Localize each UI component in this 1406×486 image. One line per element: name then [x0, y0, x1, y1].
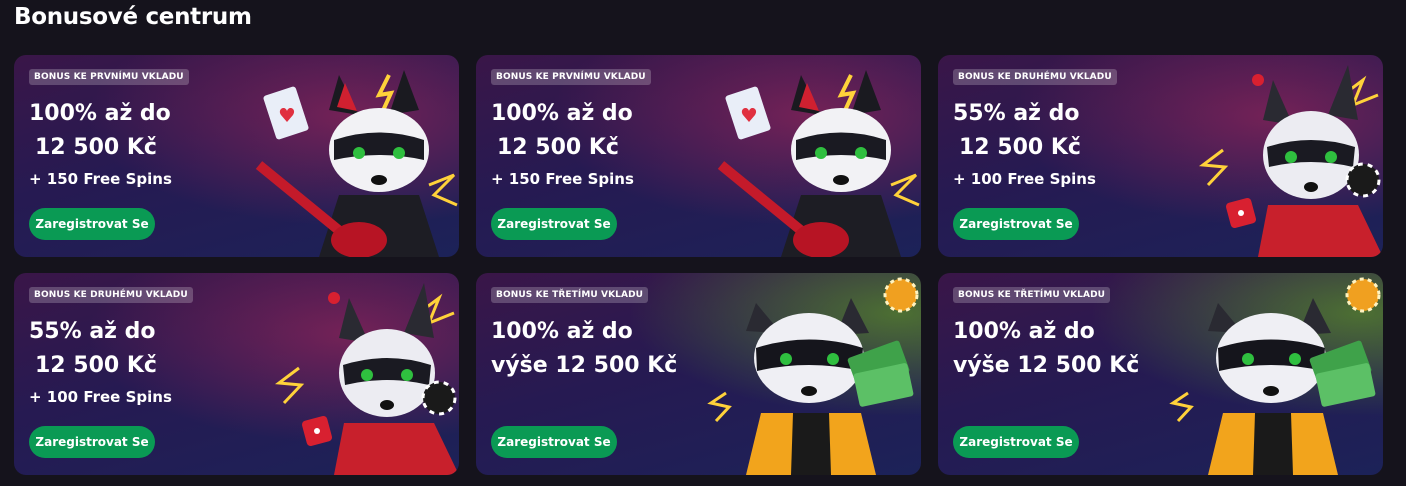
page-title: Bonusové centrum	[14, 4, 252, 30]
raccoon-cash-art	[1169, 277, 1381, 475]
register-button[interactable]: Zaregistrovat Se	[953, 426, 1079, 458]
register-button[interactable]: Zaregistrovat Se	[953, 208, 1079, 240]
register-button[interactable]: Zaregistrovat Se	[29, 208, 155, 240]
bonus-badge: BONUS KE DRUHÉMU VKLADU	[953, 69, 1117, 85]
register-button[interactable]: Zaregistrovat Se	[29, 426, 155, 458]
free-spins-text: + 150 Free Spins	[29, 170, 172, 188]
raccoon-guitar-art	[255, 70, 458, 257]
free-spins-text: + 100 Free Spins	[953, 170, 1096, 188]
register-button[interactable]: Zaregistrovat Se	[491, 426, 617, 458]
raccoon-dice-art	[1198, 65, 1383, 257]
free-spins-text: + 100 Free Spins	[29, 388, 172, 406]
free-spins-text: + 150 Free Spins	[491, 170, 634, 188]
bonus-badge: BONUS KE TŘETÍMU VKLADU	[953, 287, 1111, 303]
bonus-card[interactable]: BONUS KE TŘETÍMU VKLADU 100% až do výše …	[476, 273, 921, 475]
bonus-badge: BONUS KE PRVNÍMU VKLADU	[491, 69, 651, 85]
bonus-badge: BONUS KE DRUHÉMU VKLADU	[29, 287, 193, 303]
bonus-card[interactable]: BONUS KE TŘETÍMU VKLADU 100% až do výše …	[938, 273, 1383, 475]
bonus-card[interactable]: BONUS KE DRUHÉMU VKLADU 55% až do 12 500…	[938, 55, 1383, 257]
raccoon-guitar-art	[717, 70, 920, 257]
raccoon-dice-art	[274, 283, 459, 475]
bonus-card[interactable]: BONUS KE PRVNÍMU VKLADU 100% až do 12 50…	[14, 55, 459, 257]
bonus-badge: BONUS KE TŘETÍMU VKLADU	[491, 287, 649, 303]
bonus-card[interactable]: BONUS KE PRVNÍMU VKLADU 100% až do 12 50…	[476, 55, 921, 257]
bonus-badge: BONUS KE PRVNÍMU VKLADU	[29, 69, 189, 85]
bonus-grid: BONUS KE PRVNÍMU VKLADU 100% až do 12 50…	[14, 55, 1383, 475]
register-button[interactable]: Zaregistrovat Se	[491, 208, 617, 240]
raccoon-cash-art	[707, 277, 919, 475]
bonus-card[interactable]: BONUS KE DRUHÉMU VKLADU 55% až do 12 500…	[14, 273, 459, 475]
